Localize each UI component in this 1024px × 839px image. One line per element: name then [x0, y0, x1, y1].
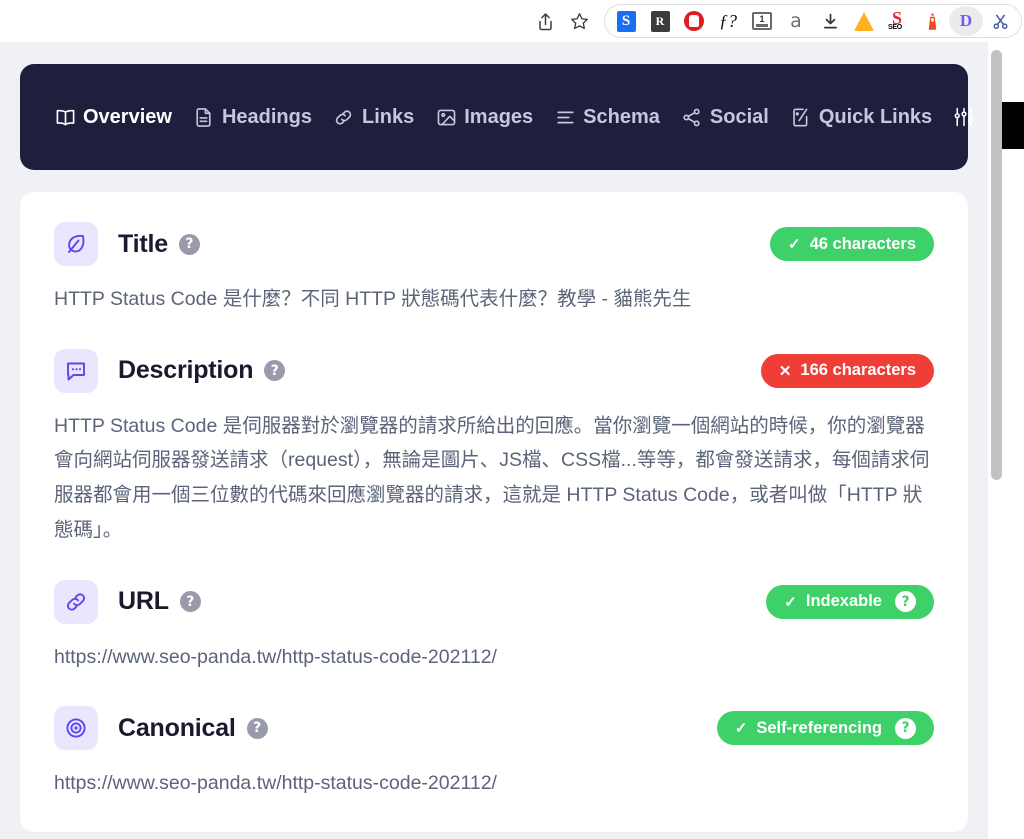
chat-bubble-icon — [54, 348, 98, 393]
tab-links[interactable]: Links — [333, 106, 414, 129]
browser-toolbar: S R ƒ? 1 a S SEO D — [0, 0, 1024, 42]
seo-extension-panel: Overview Headings Links Images Schema So… — [0, 42, 988, 839]
section-url: URL ? ✓ Indexable ? https://www.seo-pand… — [54, 578, 934, 675]
tab-images-label: Images — [464, 105, 534, 128]
nav-items: Overview Headings Links Images Schema So… — [54, 106, 974, 129]
sliders-icon — [953, 106, 975, 128]
tab-overview[interactable]: Overview — [54, 106, 172, 129]
right-edge-strip — [1004, 42, 1024, 839]
tab-quick-links[interactable]: Quick Links — [790, 106, 932, 129]
grammarly-extension-icon[interactable]: S — [609, 6, 643, 36]
page-area: Overview Headings Links Images Schema So… — [0, 42, 1024, 839]
canonical-badge-label: Self-referencing — [756, 718, 882, 737]
description-badge-label: 166 characters — [800, 361, 916, 380]
downloader-extension-icon[interactable] — [813, 6, 847, 36]
section-url-label: URL — [118, 587, 169, 616]
book-open-icon — [54, 106, 76, 128]
section-title-label: Title — [118, 229, 168, 258]
canonical-value[interactable]: https://www.seo-panda.tw/http-status-cod… — [54, 766, 934, 801]
section-canonical-label: Canonical — [118, 713, 236, 742]
url-badge-label: Indexable — [805, 592, 882, 611]
tab-quick-links-label: Quick Links — [818, 105, 933, 128]
section-canonical: Canonical ? ✓ Self-referencing ? https:/… — [54, 704, 934, 801]
overview-card: Title ? ✓ 46 characters HTTP Status Code… — [20, 192, 968, 832]
panel-scrollbar-track[interactable] — [988, 42, 1004, 839]
badge-help-icon[interactable]: ? — [895, 717, 916, 739]
section-description-label: Description — [118, 356, 254, 385]
description-value: HTTP Status Code 是伺服器對於瀏覽器的請求所給出的回應。當你瀏覽… — [54, 414, 930, 541]
url-value[interactable]: https://www.seo-panda.tw/http-status-cod… — [54, 640, 934, 675]
section-url-header: URL ? ✓ Indexable ? — [54, 578, 934, 626]
divider-space-3 — [54, 674, 934, 704]
panel-navbar: Overview Headings Links Images Schema So… — [20, 64, 974, 170]
help-icon[interactable]: ? — [246, 717, 268, 739]
section-description: Description ? ✕ 166 characters HTTP Stat… — [54, 347, 934, 548]
share-nodes-icon — [681, 106, 703, 128]
section-title-header: Title ? ✓ 46 characters — [54, 220, 934, 268]
url-indexable-badge: ✓ Indexable ? — [766, 584, 934, 619]
settings-button[interactable] — [953, 106, 975, 128]
extensions-overflow-icon[interactable] — [983, 6, 1017, 36]
link-icon — [333, 106, 355, 128]
redirect-extension-icon[interactable]: R — [643, 6, 677, 36]
bookmark-star-icon[interactable] — [562, 6, 596, 36]
badge-help-icon[interactable]: ? — [895, 591, 916, 613]
tab-schema[interactable]: Schema — [554, 106, 660, 129]
keywords-everywhere-extension-icon[interactable] — [847, 6, 881, 36]
tab-overview-label: Overview — [83, 105, 172, 128]
tab-social[interactable]: Social — [681, 106, 769, 129]
tab-images[interactable]: Images — [435, 106, 533, 129]
panel-scrollbar-thumb[interactable] — [991, 50, 1002, 480]
description-character-badge: ✕ 166 characters — [760, 353, 934, 388]
lighthouse-extension-icon[interactable] — [915, 6, 949, 36]
tab-headings-label: Headings — [221, 105, 312, 128]
divider-space-1 — [54, 317, 934, 347]
target-circle-icon — [54, 706, 98, 751]
title-badge-label: 46 characters — [809, 234, 916, 253]
tab-links-label: Links — [361, 105, 415, 128]
section-description-header: Description ? ✕ 166 characters — [54, 347, 934, 395]
canonical-status-badge: ✓ Self-referencing ? — [716, 711, 934, 746]
image-icon — [435, 106, 457, 128]
help-icon[interactable]: ? — [179, 591, 201, 613]
extensions-pill: S R ƒ? 1 a S SEO D — [604, 4, 1022, 38]
seo-quake-extension-icon[interactable]: S SEO — [881, 6, 915, 36]
check-icon: ✓ — [788, 236, 801, 253]
tab-schema-label: Schema — [583, 105, 660, 128]
adblock-extension-icon[interactable] — [677, 6, 711, 36]
cross-icon: ✕ — [778, 362, 792, 380]
tab-social-label: Social — [709, 105, 769, 128]
ahrefs-extension-icon[interactable]: a — [779, 6, 813, 36]
page-content-sliver — [1002, 102, 1024, 149]
section-title: Title ? ✓ 46 characters HTTP Status Code… — [54, 220, 934, 317]
share-icon[interactable] — [528, 6, 562, 36]
divider-space-2 — [54, 548, 934, 578]
help-icon[interactable]: ? — [264, 360, 286, 382]
chain-link-icon — [54, 579, 98, 624]
title-value: HTTP Status Code 是什麼？不同 HTTP 狀態碼代表什麼？教學 … — [54, 288, 692, 310]
list-lines-icon — [554, 106, 576, 128]
detailed-seo-extension-icon[interactable]: D — [949, 6, 983, 36]
check-icon: ✓ — [784, 593, 797, 611]
document-icon — [193, 106, 215, 128]
fonts-ninja-extension-icon[interactable]: ƒ? — [711, 6, 745, 36]
external-doc-icon — [790, 106, 812, 128]
tab-headings[interactable]: Headings — [193, 106, 312, 129]
help-icon[interactable]: ? — [178, 233, 200, 255]
check-icon: ✓ — [734, 720, 748, 738]
leaf-icon — [54, 222, 98, 266]
section-canonical-header: Canonical ? ✓ Self-referencing ? — [54, 704, 934, 752]
onetab-extension-icon[interactable]: 1 — [745, 6, 779, 36]
title-character-badge: ✓ 46 characters — [770, 227, 934, 261]
